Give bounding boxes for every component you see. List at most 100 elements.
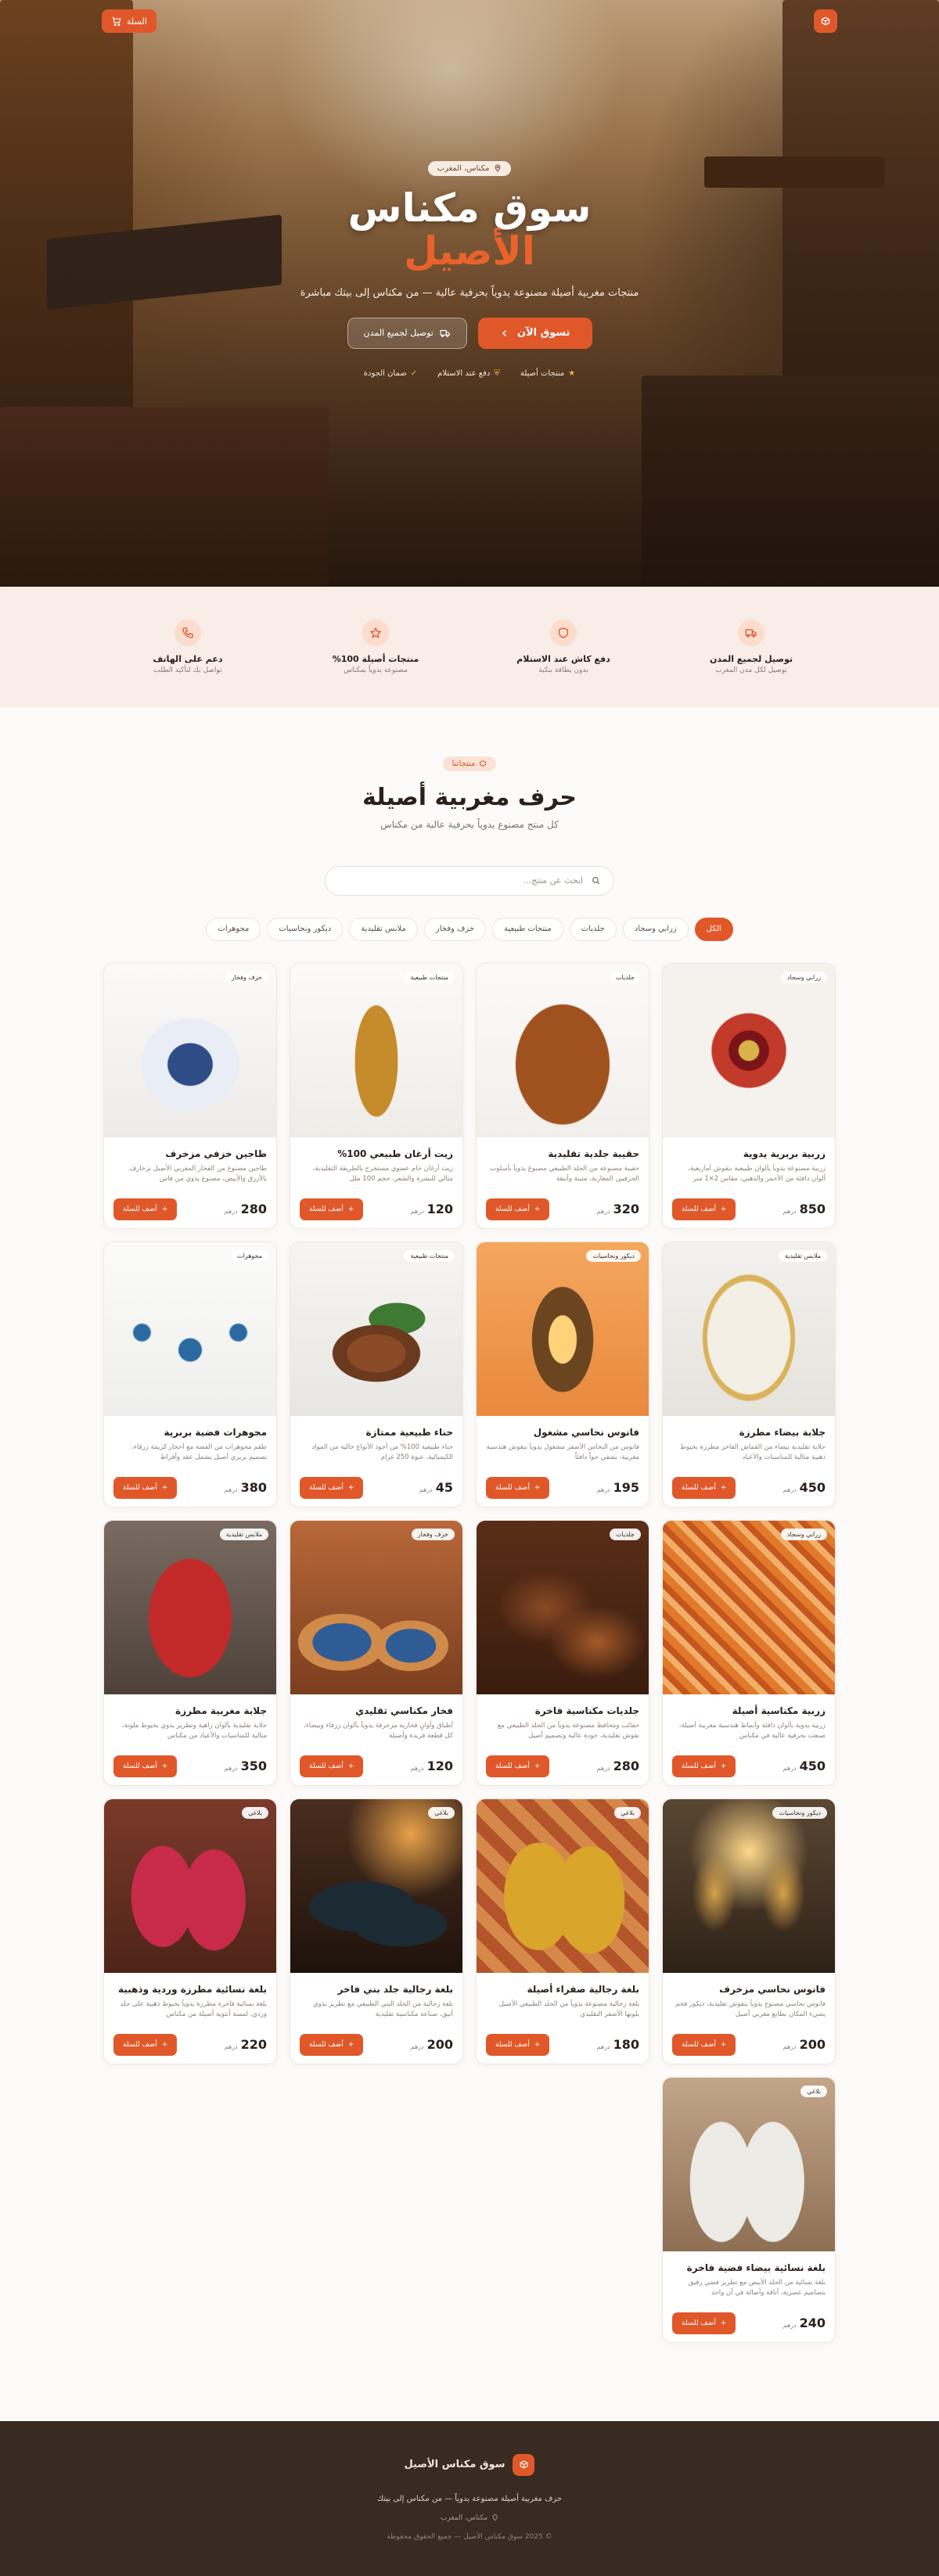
box-icon — [479, 760, 487, 767]
cart-button[interactable]: السلة — [102, 9, 156, 33]
product-price: 350 درهم — [225, 1759, 267, 1773]
product-price: 450 درهم — [783, 1759, 826, 1773]
product-image: ملابس تقليدية — [663, 1241, 835, 1416]
product-card[interactable]: ملابس تقليدية جلابة بيضاء مطرزة جلابة تقلي… — [662, 1241, 836, 1507]
product-footer: 320 درهم + أضف للسلة — [486, 1198, 639, 1220]
filter-chip[interactable]: جلديات — [569, 917, 617, 941]
logo-icon[interactable] — [814, 9, 837, 33]
delivery-button[interactable]: توصيل لجميع المدن — [347, 317, 467, 349]
add-to-cart-label: أضف للسلة — [309, 1205, 344, 1213]
trust-badge-label: ضمان الجودة — [363, 368, 407, 378]
shop-now-button[interactable]: تسوق الآن — [477, 317, 592, 349]
star-icon — [362, 620, 389, 646]
product-card[interactable]: بلاغي بلغة رجالية جلد بني فاخر بلغة رجالية… — [290, 1798, 463, 2064]
product-card[interactable]: زرابي وسجاد زربية مكناسية أصيلة زربية يدوي… — [662, 1519, 836, 1786]
filter-chip[interactable]: ملابس تقليدية — [349, 917, 418, 941]
category-badge: بلاغي — [800, 2085, 827, 2097]
product-price: 850 درهم — [783, 1202, 826, 1216]
product-card[interactable]: جلديات جلديات مكناسية فاخرة حقائب ومحافظ م… — [476, 1519, 649, 1786]
product-card[interactable]: جلديات حقيبة جلدية تقليدية حقيبة مصنوعة من… — [476, 962, 649, 1229]
add-to-cart-button[interactable]: + أضف للسلة — [113, 1198, 178, 1220]
product-card[interactable]: مجوهرات مجوهرات فضية بربرية طقم مجوهرات من… — [103, 1241, 277, 1507]
product-card[interactable]: منتجات طبيعية حناء طبيعية ممتازة حناء طبيع… — [290, 1241, 463, 1507]
product-footer: 280 درهم + أضف للسلة — [113, 1198, 267, 1220]
product-price: 450 درهم — [783, 1480, 826, 1495]
add-to-cart-button[interactable]: + أضف للسلة — [486, 2033, 550, 2056]
add-to-cart-button[interactable]: + أضف للسلة — [300, 1755, 364, 1777]
product-card[interactable]: بلاغي بلغة نسائية بيضاء فضية فاخرة بلغة نس… — [662, 2076, 836, 2343]
add-to-cart-button[interactable]: + أضف للسلة — [486, 1198, 550, 1220]
product-card[interactable]: بلاغي بلغة رجالية صفراء أصيلة بلغة رجالية … — [476, 1798, 649, 2064]
filter-chip[interactable]: منتجات طبيعية — [492, 917, 563, 941]
product-image: بلاغي — [104, 1798, 276, 1973]
currency-label: درهم — [596, 1486, 610, 1493]
add-to-cart-button[interactable]: + أضف للسلة — [300, 2033, 364, 2056]
add-to-cart-button[interactable]: + أضف للسلة — [113, 1476, 178, 1499]
product-card[interactable]: زرابي وسجاد زربية بربرية يدوية زربية مصنوع… — [662, 962, 836, 1229]
top-navbar: السلة — [0, 9, 939, 33]
product-name: جلابة مغربية مطرزة — [175, 1705, 267, 1716]
add-to-cart-button[interactable]: + أضف للسلة — [113, 2033, 178, 2056]
category-badge: منتجات طبيعية — [404, 971, 455, 983]
product-body: فخار مكناسي تقليدي أطباق وأوانٍ فخارية مز… — [290, 1694, 462, 1785]
star-icon: ★ — [568, 368, 576, 378]
product-card[interactable]: ملابس تقليدية جلابة مغربية مطرزة جلابة تقل… — [103, 1519, 277, 1786]
product-name: حقيبة جلدية تقليدية — [548, 1148, 639, 1159]
filter-chip[interactable]: خزف وفخار — [423, 917, 487, 941]
product-footer: 45 درهم + أضف للسلة — [300, 1476, 453, 1499]
add-to-cart-label: أضف للسلة — [495, 1762, 530, 1770]
add-to-cart-button[interactable]: + أضف للسلة — [486, 1476, 550, 1499]
filter-chip[interactable]: ديكور ونحاسيات — [267, 917, 344, 941]
category-badge: مجوهرات — [231, 1249, 268, 1262]
product-footer: 450 درهم + أضف للسلة — [672, 1476, 826, 1499]
footer-location-text: مكناس، المغرب — [440, 2513, 488, 2522]
add-to-cart-button[interactable]: + أضف للسلة — [672, 1476, 736, 1499]
add-to-cart-button[interactable]: + أضف للسلة — [672, 2033, 736, 2056]
add-to-cart-label: أضف للسلة — [682, 1205, 716, 1213]
product-card[interactable]: ديكور ونحاسيات فانوس نحاسي مزخرف فانوس نحا… — [662, 1798, 836, 2064]
product-description: أطباق وأوانٍ فخارية مزخرفة يدوياً بألوان… — [304, 1721, 453, 1741]
feature-title: منتجات أصيلة 100% — [332, 654, 419, 664]
product-card[interactable]: خزف وفخار فخار مكناسي تقليدي أطباق وأوانٍ … — [290, 1519, 463, 1786]
check-icon: ✓ — [410, 368, 418, 378]
add-to-cart-button[interactable]: + أضف للسلة — [113, 1755, 178, 1777]
cart-label: السلة — [127, 16, 147, 27]
product-footer: 380 درهم + أضف للسلة — [113, 1476, 267, 1499]
plus-icon: + — [161, 1762, 168, 1770]
product-price: 320 درهم — [597, 1202, 639, 1216]
feature-desc: توصيل لكل مدن المغرب — [715, 666, 787, 674]
site-footer: سوق مكناس الأصيل حرف مغربية أصيلة مصنوعة… — [0, 2420, 939, 2576]
plus-icon: + — [720, 2040, 727, 2049]
product-card[interactable]: خزف وفخار طاجين خزفي مزخرف طاجين مصنوع من … — [103, 962, 277, 1229]
add-to-cart-button[interactable]: + أضف للسلة — [672, 1755, 736, 1777]
add-to-cart-button[interactable]: + أضف للسلة — [672, 2312, 736, 2334]
product-body: فانوس نحاسي مزخرف فانوس نحاسي مصنوع يدويا… — [663, 1973, 835, 2064]
filter-chip[interactable]: الكل — [694, 917, 733, 941]
product-price: 180 درهم — [597, 2037, 639, 2052]
product-price: 220 درهم — [225, 2037, 267, 2052]
product-card[interactable]: بلاغي بلغة نسائية مطرزة وردية وذهبية بلغة … — [103, 1798, 277, 2064]
currency-label: درهم — [410, 1208, 424, 1215]
add-to-cart-button[interactable]: + أضف للسلة — [486, 1755, 550, 1777]
product-body: حقيبة جلدية تقليدية حقيبة مصنوعة من الجلد… — [477, 1137, 649, 1228]
product-description: حقيبة مصنوعة من الجلد الطبيعي مصبوغ يدوي… — [490, 1164, 639, 1184]
currency-label: درهم — [419, 1486, 433, 1493]
section-header: منتجاتنا حرف مغربية أصيلة كل منتج مصنوع … — [0, 756, 939, 896]
product-name: جلابة بيضاء مطرزة — [739, 1426, 826, 1438]
product-description: بلغة رجالية مصنوعة يدوياً من الجلد الطبي… — [498, 1999, 639, 2019]
filter-chip[interactable]: زرابي وسجاد — [622, 917, 689, 941]
category-badge: بلاغي — [614, 1806, 641, 1819]
search-placeholder: ابحث عن منتج... — [523, 875, 583, 886]
product-image: بلاغي — [477, 1798, 649, 1973]
product-image: جلديات — [477, 963, 649, 1137]
product-card[interactable]: ديكور ونحاسيات فانوس نحاسي مشغول فانوس من … — [476, 1241, 649, 1507]
add-to-cart-button[interactable]: + أضف للسلة — [300, 1198, 364, 1220]
search-input[interactable]: ابحث عن منتج... — [325, 865, 614, 896]
add-to-cart-label: أضف للسلة — [495, 1483, 530, 1492]
filter-chip[interactable]: مجوهرات — [206, 917, 261, 941]
product-card[interactable]: منتجات طبيعية زيت أرغان طبيعي 100% زيت أرغ… — [290, 962, 463, 1229]
add-to-cart-button[interactable]: + أضف للسلة — [672, 1198, 736, 1220]
product-image: ديكور ونحاسيات — [663, 1798, 835, 1973]
add-to-cart-button[interactable]: + أضف للسلة — [300, 1476, 364, 1499]
product-name: فخار مكناسي تقليدي — [355, 1705, 453, 1716]
